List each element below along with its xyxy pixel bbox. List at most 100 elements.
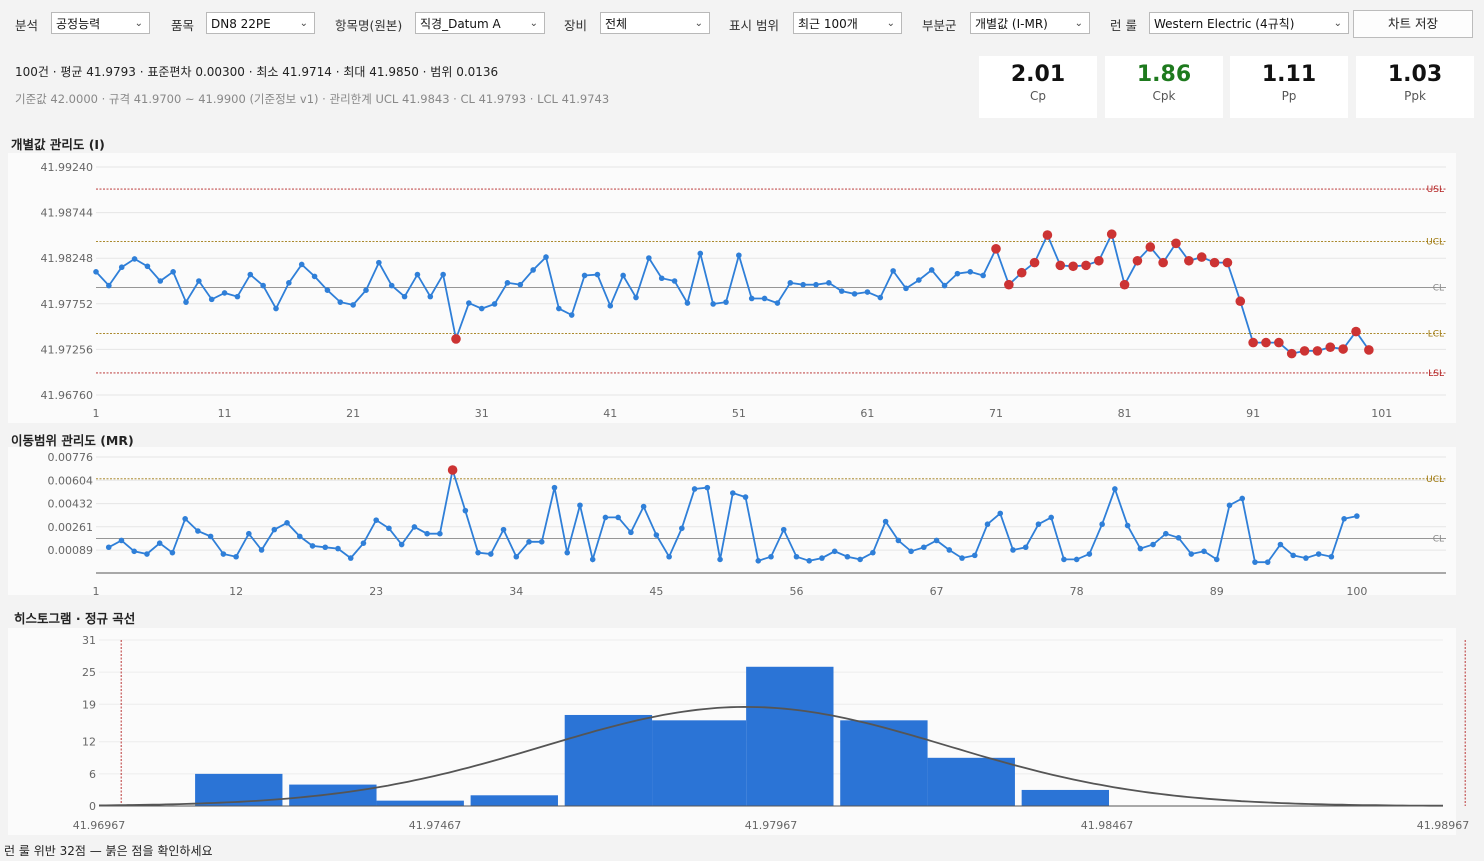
mr-chart-x-tick-label: 56	[789, 585, 803, 598]
i-chart-data-point	[646, 255, 652, 261]
i-chart-data-point	[568, 312, 575, 318]
mr-chart-data-point	[360, 540, 367, 546]
i-chart-violation-point	[991, 244, 1001, 254]
i-chart-data-point	[800, 281, 806, 288]
histogram-bar	[376, 800, 464, 806]
i-chart-data-point	[170, 269, 176, 275]
i-chart-cl-label: CL	[1433, 283, 1444, 293]
i-chart-violation-point	[1158, 257, 1168, 268]
i-chart-x-tick-label: 91	[1246, 407, 1260, 420]
i-chart-violation-point	[1004, 279, 1014, 290]
histogram-bar	[652, 720, 747, 806]
mr-chart-cl-label: CL	[1433, 534, 1444, 544]
i-chart-data-point	[826, 280, 832, 286]
mr-chart-data-point	[284, 520, 290, 526]
i-chart-data-point	[748, 295, 755, 302]
histogram-bar	[746, 666, 834, 806]
mr-chart-y-tick-label: 0.00089	[48, 544, 94, 557]
mr-chart-data-point	[602, 514, 609, 521]
i-chart-violation-point	[1055, 260, 1066, 271]
histogram-x-tick-label: 41.98467	[1081, 819, 1134, 832]
i-chart-y-tick-label: 41.97256	[41, 343, 94, 356]
mr-chart-data-point	[1175, 534, 1182, 541]
i-chart-data-point	[517, 281, 524, 288]
i-chart-violation-point	[1286, 348, 1297, 359]
status-bar-message: 런 룰 위반 32점 — 붉은 점을 확인하세요	[4, 844, 213, 858]
mr-chart-x-tick-label: 67	[930, 585, 944, 598]
mr-chart-data-point	[1035, 521, 1042, 528]
mr-chart-data-point	[933, 537, 940, 544]
i-chart-y-tick-label: 41.98744	[41, 207, 94, 220]
histogram-y-tick-label: 0	[89, 800, 96, 813]
histogram-bar	[927, 757, 1015, 806]
i-chart-violation-point	[1338, 344, 1348, 354]
histogram-x-tick-label: 41.97967	[745, 819, 798, 832]
mr-chart-data-point	[182, 515, 188, 522]
mr-chart-data-point	[322, 544, 329, 551]
i-chart-data-point	[928, 267, 935, 273]
mr-chart-x-tick-label: 1	[93, 585, 100, 598]
mr-chart-x-tick-label: 100	[1346, 585, 1367, 598]
i-chart-x-tick-label: 31	[475, 407, 489, 420]
i-chart-data-point	[916, 277, 922, 283]
histogram-bar	[470, 795, 558, 806]
i-chart-data-point	[980, 272, 986, 279]
mr-chart-x-tick-label: 78	[1070, 585, 1084, 598]
mr-chart-data-point	[220, 551, 227, 557]
i-chart-x-tick-label: 81	[1118, 407, 1132, 420]
mr-chart-data-point	[946, 547, 953, 553]
mr-chart-data-point	[564, 549, 571, 556]
i-chart-data-point	[247, 271, 254, 278]
mr-chart-y-tick-label: 0.00261	[48, 521, 94, 534]
i-chart-data-point	[311, 273, 318, 280]
mr-chart-data-point	[131, 548, 138, 555]
i-chart-violation-point	[1351, 326, 1361, 337]
mr-chart-data-point	[1341, 515, 1347, 522]
mr-chart-data-point	[246, 530, 252, 537]
i-chart-x-tick-label: 71	[989, 407, 1003, 420]
i-chart-x-tick-label: 21	[346, 407, 360, 420]
i-chart-x-tick-label: 1	[93, 407, 100, 420]
mr-chart-data-point	[1315, 551, 1322, 557]
mr-chart-data-point	[347, 555, 354, 561]
histogram-y-tick-label: 19	[82, 698, 96, 711]
mr-chart-data-point	[831, 548, 838, 555]
i-chart-y-tick-label: 41.99240	[41, 161, 94, 174]
mr-chart-data-point	[488, 551, 494, 557]
i-chart-violation-point	[1068, 261, 1078, 272]
mr-chart-data-point	[513, 553, 520, 560]
i-chart-data-point	[208, 296, 215, 303]
mr-chart-data-point	[997, 510, 1004, 517]
mr-chart-data-point	[1061, 556, 1067, 563]
mr-chart-data-point	[806, 558, 813, 564]
mr-chart-data-point	[1303, 555, 1309, 561]
i-chart-data-point	[903, 285, 909, 292]
mr-chart-y-tick-label: 0.00432	[48, 498, 94, 511]
mr-chart-data-point	[1328, 553, 1335, 560]
histogram-y-tick-label: 12	[82, 736, 96, 749]
i-chart-data-point	[543, 254, 549, 260]
mr-chart-data-point	[742, 494, 749, 500]
i-chart-data-point	[787, 280, 794, 286]
mr-chart-data-point	[105, 544, 112, 551]
i-chart-data-point	[761, 295, 768, 302]
mr-chart-data-point	[653, 532, 660, 538]
i-chart-data-point	[427, 293, 434, 300]
mr-chart-data-point	[296, 533, 303, 540]
i-chart-data-point	[478, 305, 485, 312]
i-chart-data-point	[954, 270, 961, 277]
mr-chart-data-point	[679, 525, 685, 532]
i-chart-data-point	[620, 272, 626, 279]
i-chart-violation-point	[1184, 255, 1194, 266]
mr-chart-ucl-label: UCL	[1426, 475, 1444, 485]
mr-chart-data-point	[666, 553, 672, 560]
i-chart-violation-point	[1132, 255, 1143, 266]
mr-chart-data-point	[615, 514, 621, 521]
mr-chart-data-point	[207, 533, 214, 540]
mr-chart-data-point	[233, 553, 239, 560]
mr-chart-data-point	[500, 526, 507, 533]
i-chart-data-point	[723, 299, 729, 305]
mr-chart-data-point	[768, 553, 774, 560]
i-chart-lcl-label: LCL	[1428, 329, 1444, 339]
mr-chart-data-point	[118, 537, 125, 544]
